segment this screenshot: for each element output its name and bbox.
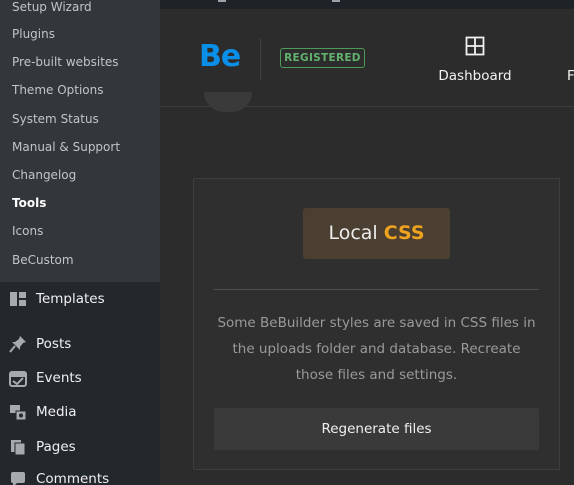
card-title: Local CSS	[303, 208, 450, 259]
sidebar-item-pages[interactable]: Pages	[0, 432, 160, 462]
tab-partial[interactable]: F	[567, 68, 574, 84]
submenu-item-becustom[interactable]: BeCustom	[12, 253, 74, 267]
sidebar-item-events[interactable]: Events	[0, 363, 160, 393]
submenu-item-system-status[interactable]: System Status	[12, 112, 99, 126]
submenu-item-theme-options[interactable]: Theme Options	[12, 83, 104, 97]
card-title-accent: CSS	[383, 222, 425, 244]
submenu-item-manual-support[interactable]: Manual & Support	[12, 140, 120, 154]
admin-sidebar: Setup Wizard Plugins Pre-built websites …	[0, 0, 160, 485]
tab-label: Dashboard	[438, 68, 512, 84]
submenu-item-icons[interactable]: Icons	[12, 224, 43, 238]
brand-logo[interactable]: Be	[199, 42, 241, 72]
sidebar-item-media[interactable]: Media	[0, 397, 160, 427]
sidebar-item-posts[interactable]: Posts	[0, 329, 160, 359]
pin-icon	[9, 336, 26, 353]
submenu-item-plugins[interactable]: Plugins	[12, 27, 55, 41]
calendar-icon	[9, 371, 27, 387]
sidebar-item-templates[interactable]: Templates	[0, 284, 160, 314]
card-title-text: Local	[328, 222, 384, 244]
submenu-item-setup-wizard[interactable]: Setup Wizard	[12, 0, 92, 14]
submenu-item-changelog[interactable]: Changelog	[12, 168, 76, 182]
sidebar-item-comments[interactable]: Comments	[0, 464, 160, 485]
regenerate-files-button[interactable]: Regenerate files	[214, 408, 539, 450]
tab-dashboard[interactable]: Dashboard	[430, 30, 520, 90]
card-divider	[214, 289, 539, 290]
header-divider	[260, 38, 261, 80]
templates-icon	[10, 292, 26, 306]
card-description: Some BeBuilder styles are saved in CSS f…	[217, 315, 536, 383]
registered-badge: REGISTERED	[280, 48, 365, 68]
dashboard-grid-icon	[465, 36, 485, 56]
sidebar-item-label: Pages	[36, 439, 76, 455]
admin-bar-item[interactable]	[218, 0, 226, 2]
sidebar-item-label: Posts	[36, 336, 72, 352]
avatar	[204, 92, 252, 112]
submenu-item-tools[interactable]: Tools	[12, 196, 46, 210]
submenu-item-prebuilt-websites[interactable]: Pre-built websites	[12, 55, 119, 69]
sidebar-item-label: Comments	[36, 471, 110, 485]
comments-icon	[11, 472, 25, 485]
sidebar-item-label: Templates	[36, 291, 105, 307]
admin-bar-item[interactable]	[332, 0, 340, 2]
sidebar-item-label: Events	[36, 370, 82, 386]
betheme-submenu: Setup Wizard Plugins Pre-built websites …	[0, 0, 160, 282]
sidebar-item-label: Media	[36, 404, 77, 420]
pages-icon	[11, 440, 26, 456]
media-icon	[10, 405, 27, 421]
